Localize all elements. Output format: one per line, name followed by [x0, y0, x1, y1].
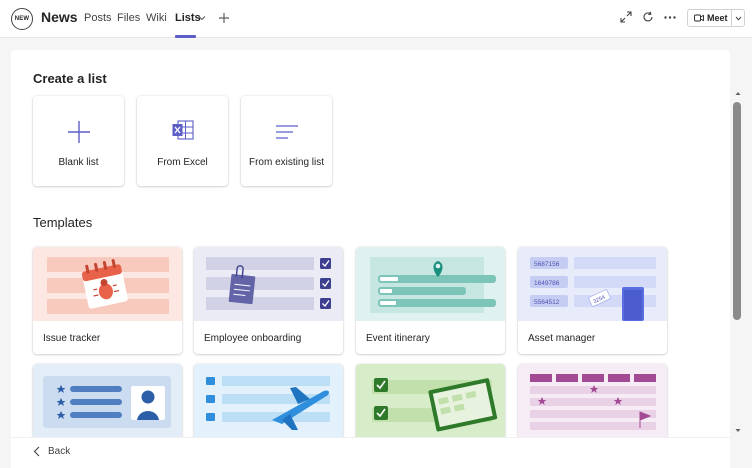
top-header: NEW News Posts Files Wiki Lists Meet — [0, 0, 752, 38]
tab-wiki[interactable]: Wiki — [146, 12, 167, 24]
back-label: Back — [48, 446, 71, 457]
travel-requests-illustration — [194, 364, 343, 438]
recruitment-tracker-illustration — [33, 364, 182, 438]
chevron-left-icon — [33, 446, 40, 457]
from-excel-card[interactable]: From Excel — [137, 96, 228, 186]
video-camera-icon — [694, 14, 704, 22]
active-tab-indicator — [175, 35, 196, 38]
lists-panel: Create a list Blank list From Excel From… — [11, 50, 730, 468]
template-label: Event itinerary — [366, 333, 430, 344]
expand-icon[interactable] — [620, 11, 632, 23]
chevron-down-icon — [735, 16, 741, 21]
excel-icon — [172, 120, 194, 140]
scroll-down-arrow-icon[interactable] — [735, 428, 741, 433]
add-tab-icon[interactable] — [218, 12, 230, 24]
tab-posts[interactable]: Posts — [84, 12, 112, 24]
meet-button[interactable]: Meet — [687, 9, 745, 27]
template-label: Asset manager — [528, 333, 596, 344]
meet-label: Meet — [707, 13, 728, 23]
template-label: Issue tracker — [43, 333, 101, 344]
tab-lists[interactable]: Lists — [175, 12, 201, 24]
work-progress-tracker-illustration — [356, 364, 505, 438]
tab-chevron-down-icon[interactable] — [198, 15, 206, 21]
from-existing-list-card[interactable]: From existing list — [241, 96, 332, 186]
from-excel-label: From Excel — [157, 157, 208, 168]
employee-onboarding-illustration — [194, 247, 343, 321]
issue-tracker-illustration — [33, 247, 182, 321]
asset-manager-illustration: 5687156 1649786 5564512 3254 — [518, 247, 667, 321]
scroll-up-arrow-icon[interactable] — [735, 91, 741, 96]
template-event-itinerary[interactable]: Event itinerary — [356, 247, 505, 354]
create-list-heading: Create a list — [33, 71, 107, 86]
back-button[interactable]: Back — [33, 446, 70, 457]
team-logo: NEW — [11, 8, 33, 30]
template-employee-onboarding[interactable]: Employee onboarding — [194, 247, 343, 354]
plus-icon — [67, 121, 90, 143]
channel-title: News — [41, 9, 78, 25]
footer-bar: Back — [11, 437, 730, 468]
asset-number-2: 1649786 — [534, 280, 560, 287]
asset-number-3: 5564512 — [534, 299, 560, 306]
content-scheduler-illustration — [518, 364, 667, 438]
template-label: Employee onboarding — [204, 333, 302, 344]
blank-list-label: Blank list — [58, 157, 99, 168]
template-issue-tracker[interactable]: Issue tracker — [33, 247, 182, 354]
template-asset-manager[interactable]: 5687156 1649786 5564512 3254 Asset manag… — [518, 247, 667, 354]
more-options-icon[interactable] — [664, 16, 676, 19]
team-logo-text: NEW — [14, 16, 30, 22]
templates-heading: Templates — [33, 215, 93, 230]
from-existing-list-label: From existing list — [248, 157, 324, 168]
asset-number-1: 5687156 — [534, 261, 560, 268]
list-lines-icon — [275, 125, 298, 139]
event-itinerary-illustration — [356, 247, 505, 321]
blank-list-card[interactable]: Blank list — [33, 96, 124, 186]
tab-files[interactable]: Files — [117, 12, 140, 24]
scrollbar-thumb[interactable] — [733, 102, 741, 320]
meet-dropdown[interactable] — [732, 16, 744, 21]
meet-main-button[interactable]: Meet — [688, 10, 732, 26]
refresh-icon[interactable] — [642, 11, 654, 23]
